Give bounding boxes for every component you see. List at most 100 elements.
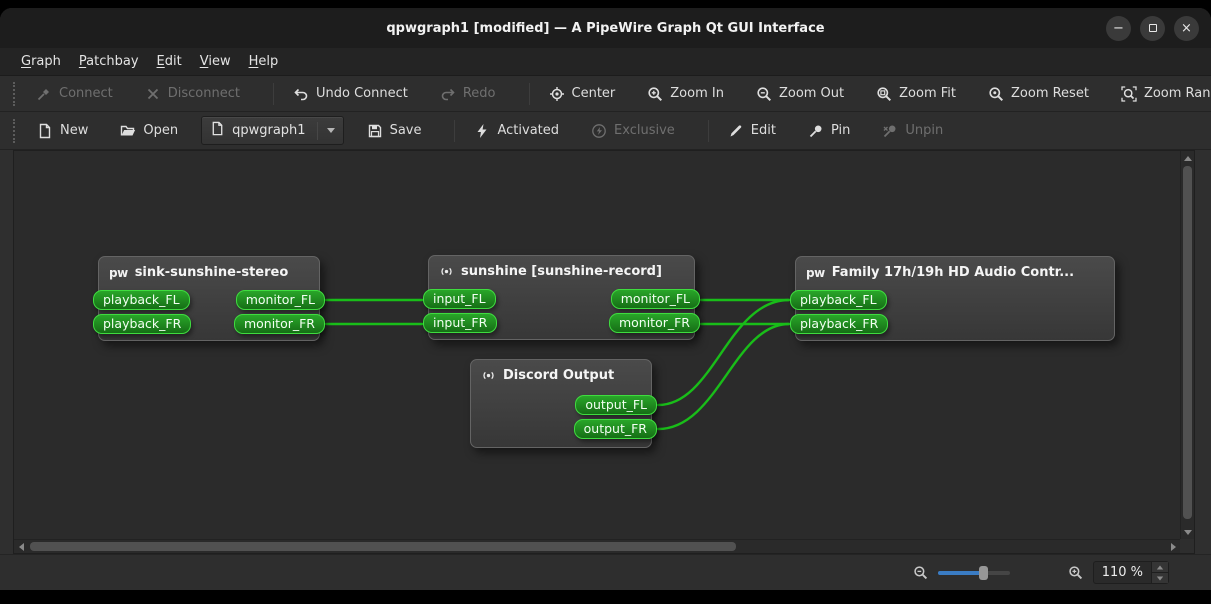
menubar: Graph Patchbay Edit View Help bbox=[0, 48, 1211, 76]
port-output[interactable]: monitor_FR bbox=[609, 313, 700, 333]
zoom-spinbox[interactable]: 110 % bbox=[1093, 561, 1169, 584]
graph-node-sink-sunshine-stereo[interactable]: pw sink-sunshine-stereo playback_FL moni… bbox=[98, 256, 320, 341]
save-icon bbox=[367, 123, 383, 139]
zoom-spin-up[interactable] bbox=[1152, 562, 1168, 572]
patchbay-file-icon bbox=[210, 121, 225, 140]
scroll-left-arrow[interactable] bbox=[14, 540, 28, 554]
zoom-in-icon[interactable] bbox=[1068, 565, 1083, 580]
scroll-down-arrow[interactable] bbox=[1181, 525, 1195, 539]
port-input[interactable]: playback_FR bbox=[790, 314, 888, 334]
port-input[interactable]: input_FR bbox=[423, 313, 497, 333]
center-button[interactable]: Center bbox=[540, 81, 625, 107]
menu-graph[interactable]: Graph bbox=[12, 50, 70, 73]
node-title: Discord Output bbox=[503, 368, 614, 383]
menu-edit[interactable]: Edit bbox=[148, 50, 191, 73]
open-patchbay-button[interactable]: Open bbox=[111, 118, 187, 144]
close-icon: × bbox=[1181, 22, 1192, 35]
graph-node-sunshine[interactable]: sunshine [sunshine-record] input_FL moni… bbox=[428, 255, 695, 340]
graph-node-discord-output[interactable]: Discord Output output_FL output_FR bbox=[470, 359, 652, 448]
pin-icon bbox=[808, 123, 824, 139]
graph-canvas[interactable]: pw sink-sunshine-stereo playback_FL moni… bbox=[13, 150, 1195, 554]
patchbay-selector[interactable]: qpwgraph1 bbox=[201, 116, 343, 145]
new-file-icon bbox=[37, 123, 53, 139]
toolbar-separator bbox=[708, 120, 709, 142]
menu-patchbay[interactable]: Patchbay bbox=[70, 50, 148, 73]
zoom-in-icon bbox=[647, 86, 663, 102]
pipewire-icon: pw bbox=[806, 266, 825, 280]
window-controls: − × bbox=[1106, 8, 1199, 48]
port-output[interactable]: output_FR bbox=[574, 419, 657, 439]
redo-button[interactable]: Redo bbox=[431, 81, 505, 107]
activated-toggle[interactable]: Activated bbox=[465, 118, 568, 144]
toolbar-separator bbox=[273, 83, 274, 105]
disconnect-icon bbox=[145, 86, 161, 102]
open-folder-icon bbox=[120, 123, 136, 139]
zoom-out-icon[interactable] bbox=[913, 565, 928, 580]
port-output[interactable]: monitor_FL bbox=[236, 290, 325, 310]
zoom-reset-icon bbox=[988, 86, 1004, 102]
port-output[interactable]: monitor_FR bbox=[234, 314, 325, 334]
center-icon bbox=[549, 86, 565, 102]
node-title: Family 17h/19h HD Audio Contr... bbox=[832, 265, 1074, 280]
zoom-in-button[interactable]: Zoom In bbox=[638, 81, 733, 107]
zoom-spin-down[interactable] bbox=[1152, 572, 1168, 583]
graph-view[interactable]: pw sink-sunshine-stereo playback_FL moni… bbox=[14, 151, 1180, 539]
zoom-fit-icon bbox=[876, 86, 892, 102]
window-title: qpwgraph1 [modified] — A PipeWire Graph … bbox=[386, 21, 824, 36]
maximize-button[interactable] bbox=[1140, 16, 1165, 41]
port-input[interactable]: playback_FL bbox=[93, 290, 190, 310]
close-button[interactable]: × bbox=[1174, 16, 1199, 41]
node-title: sink-sunshine-stereo bbox=[135, 265, 289, 280]
statusbar: 110 % bbox=[0, 554, 1211, 590]
patchbay-selector-value: qpwgraph1 bbox=[232, 123, 305, 138]
zoom-slider[interactable] bbox=[938, 565, 1010, 581]
toolbar-separator bbox=[454, 120, 455, 142]
zoom-out-button[interactable]: Zoom Out bbox=[747, 81, 853, 107]
port-input[interactable]: input_FL bbox=[423, 289, 496, 309]
vertical-scrollbar[interactable] bbox=[1180, 151, 1194, 539]
edit-toggle[interactable]: Edit bbox=[719, 118, 785, 144]
chevron-down-icon bbox=[327, 128, 335, 133]
minimize-button[interactable]: − bbox=[1106, 16, 1131, 41]
toolbar-drag-handle[interactable] bbox=[13, 82, 15, 106]
zoom-reset-button[interactable]: Zoom Reset bbox=[979, 81, 1098, 107]
zoom-value: 110 % bbox=[1094, 562, 1151, 583]
zoom-range-button[interactable]: Zoom Range bbox=[1112, 81, 1211, 107]
port-output[interactable]: monitor_FL bbox=[611, 289, 700, 309]
graph-node-family-hd-audio[interactable]: pw Family 17h/19h HD Audio Contr... play… bbox=[795, 256, 1115, 341]
horizontal-scrollbar-thumb[interactable] bbox=[30, 542, 736, 551]
redo-icon bbox=[440, 86, 456, 102]
menu-help[interactable]: Help bbox=[240, 50, 288, 73]
disconnect-button[interactable]: Disconnect bbox=[136, 81, 249, 107]
scroll-up-arrow[interactable] bbox=[1181, 151, 1195, 165]
zoom-slider-handle[interactable] bbox=[979, 566, 988, 580]
scroll-right-arrow[interactable] bbox=[1166, 540, 1180, 554]
new-patchbay-button[interactable]: New bbox=[28, 118, 97, 144]
toolbar-separator bbox=[529, 83, 530, 105]
toolbar-drag-handle[interactable] bbox=[13, 119, 16, 143]
node-title: sunshine [sunshine-record] bbox=[461, 264, 662, 279]
zoom-fit-button[interactable]: Zoom Fit bbox=[867, 81, 965, 107]
unpin-button[interactable]: Unpin bbox=[873, 118, 952, 144]
connection-wires bbox=[14, 151, 1180, 539]
graph-toolbar: Connect Disconnect Undo Connect Redo Cen… bbox=[0, 76, 1211, 112]
audio-app-icon bbox=[481, 368, 496, 383]
port-input[interactable]: playback_FR bbox=[93, 314, 191, 334]
save-patchbay-button[interactable]: Save bbox=[358, 118, 431, 144]
exclusive-toggle[interactable]: Exclusive bbox=[582, 118, 684, 144]
port-output[interactable]: output_FL bbox=[575, 395, 657, 415]
undo-connect-button[interactable]: Undo Connect bbox=[284, 81, 417, 107]
pencil-icon bbox=[728, 123, 744, 139]
horizontal-scrollbar[interactable] bbox=[14, 539, 1180, 553]
undo-icon bbox=[293, 86, 309, 102]
vertical-scrollbar-thumb[interactable] bbox=[1183, 166, 1192, 519]
menu-view[interactable]: View bbox=[191, 50, 240, 73]
audio-app-icon bbox=[439, 264, 454, 279]
app-window: qpwgraph1 [modified] — A PipeWire Graph … bbox=[0, 8, 1211, 590]
pin-button[interactable]: Pin bbox=[799, 118, 859, 144]
port-input[interactable]: playback_FL bbox=[790, 290, 887, 310]
connect-button[interactable]: Connect bbox=[27, 81, 122, 107]
lightning-icon bbox=[474, 123, 490, 139]
titlebar[interactable]: qpwgraph1 [modified] — A PipeWire Graph … bbox=[0, 8, 1211, 48]
exclusive-icon bbox=[591, 123, 607, 139]
